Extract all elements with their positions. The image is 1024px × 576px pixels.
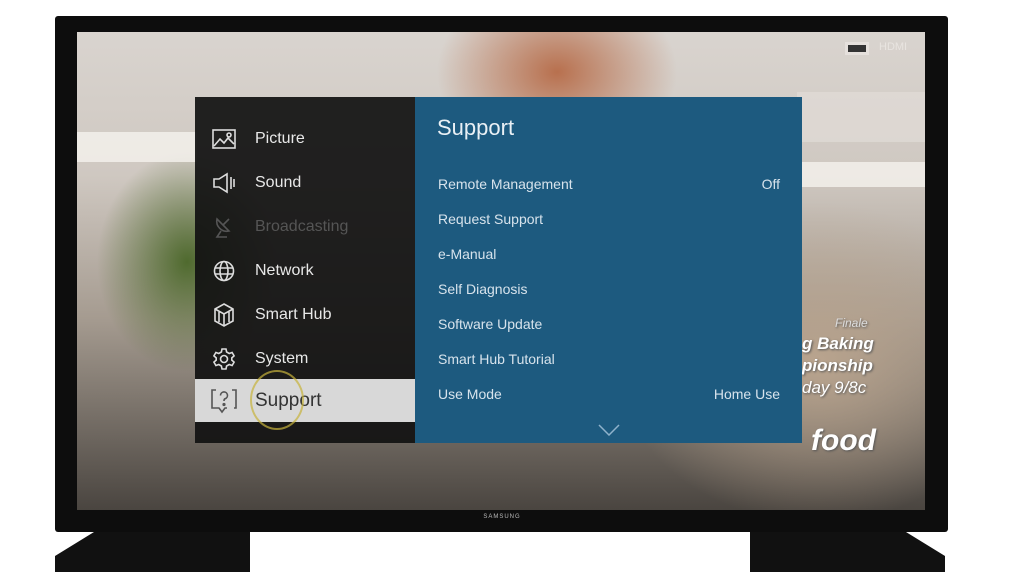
menu-item-sound[interactable]: Sound bbox=[195, 161, 415, 204]
satellite-dish-icon bbox=[211, 216, 237, 238]
tv-stand-left bbox=[55, 532, 250, 572]
item-label: e-Manual bbox=[438, 246, 497, 262]
input-label: HDMI bbox=[879, 41, 908, 53]
submenu-item-software-update[interactable]: Software Update bbox=[438, 316, 780, 332]
item-label: Remote Management bbox=[438, 176, 573, 192]
submenu-item-self-diagnosis[interactable]: Self Diagnosis bbox=[438, 281, 780, 297]
picture-icon bbox=[211, 128, 237, 150]
menu-item-system[interactable]: System bbox=[195, 337, 415, 380]
item-label: Software Update bbox=[438, 316, 543, 332]
gear-icon bbox=[211, 347, 237, 370]
item-value: Off bbox=[761, 176, 780, 192]
menu-item-label: Sound bbox=[255, 173, 302, 191]
menu-item-label: Picture bbox=[255, 129, 305, 147]
menu-item-picture[interactable]: Picture bbox=[195, 117, 415, 160]
menu-item-broadcasting: Broadcasting bbox=[195, 205, 415, 248]
tv-brand-label: SAMSUNG bbox=[483, 514, 521, 520]
item-label: Request Support bbox=[438, 211, 544, 227]
support-submenu: Support Remote Management Off Request Sup… bbox=[415, 97, 802, 443]
menu-item-label: Broadcasting bbox=[255, 217, 349, 235]
menu-item-label: Network bbox=[255, 261, 314, 279]
menu-item-label: Smart Hub bbox=[255, 305, 332, 323]
item-value: Home Use bbox=[713, 386, 780, 402]
submenu-item-request-support[interactable]: Request Support bbox=[438, 211, 780, 227]
menu-item-smart-hub[interactable]: Smart Hub bbox=[195, 293, 415, 336]
hdmi-icon bbox=[845, 42, 869, 55]
item-label: Self Diagnosis bbox=[438, 281, 528, 297]
settings-menu: Picture Sound Broadcasting Network Smart… bbox=[195, 97, 415, 443]
tv-stand-right bbox=[750, 532, 945, 572]
submenu-item-e-manual[interactable]: e-Manual bbox=[438, 246, 780, 262]
cube-icon bbox=[211, 302, 237, 327]
submenu-item-use-mode[interactable]: Use Mode Home Use bbox=[438, 386, 780, 402]
overlay-text: pionship bbox=[802, 356, 873, 375]
chevron-down-icon[interactable] bbox=[598, 423, 620, 441]
menu-item-label: System bbox=[255, 349, 309, 367]
overlay-text: Finale bbox=[835, 316, 868, 330]
speaker-icon bbox=[211, 172, 237, 194]
menu-item-support[interactable]: Support bbox=[195, 379, 415, 422]
overlay-text: g Baking bbox=[802, 334, 874, 353]
item-label: Use Mode bbox=[438, 386, 502, 402]
help-bubble-icon bbox=[211, 388, 237, 413]
submenu-item-remote-management[interactable]: Remote Management Off bbox=[438, 176, 780, 192]
globe-icon bbox=[211, 260, 237, 282]
submenu-title: Support bbox=[437, 115, 515, 140]
item-label: Smart Hub Tutorial bbox=[438, 351, 555, 367]
cursor-highlight-ring bbox=[250, 370, 304, 430]
submenu-item-smart-hub-tutorial[interactable]: Smart Hub Tutorial bbox=[438, 351, 780, 367]
menu-item-network[interactable]: Network bbox=[195, 249, 415, 292]
channel-logo: food bbox=[811, 424, 876, 457]
overlay-text: day 9/8c bbox=[802, 378, 867, 397]
